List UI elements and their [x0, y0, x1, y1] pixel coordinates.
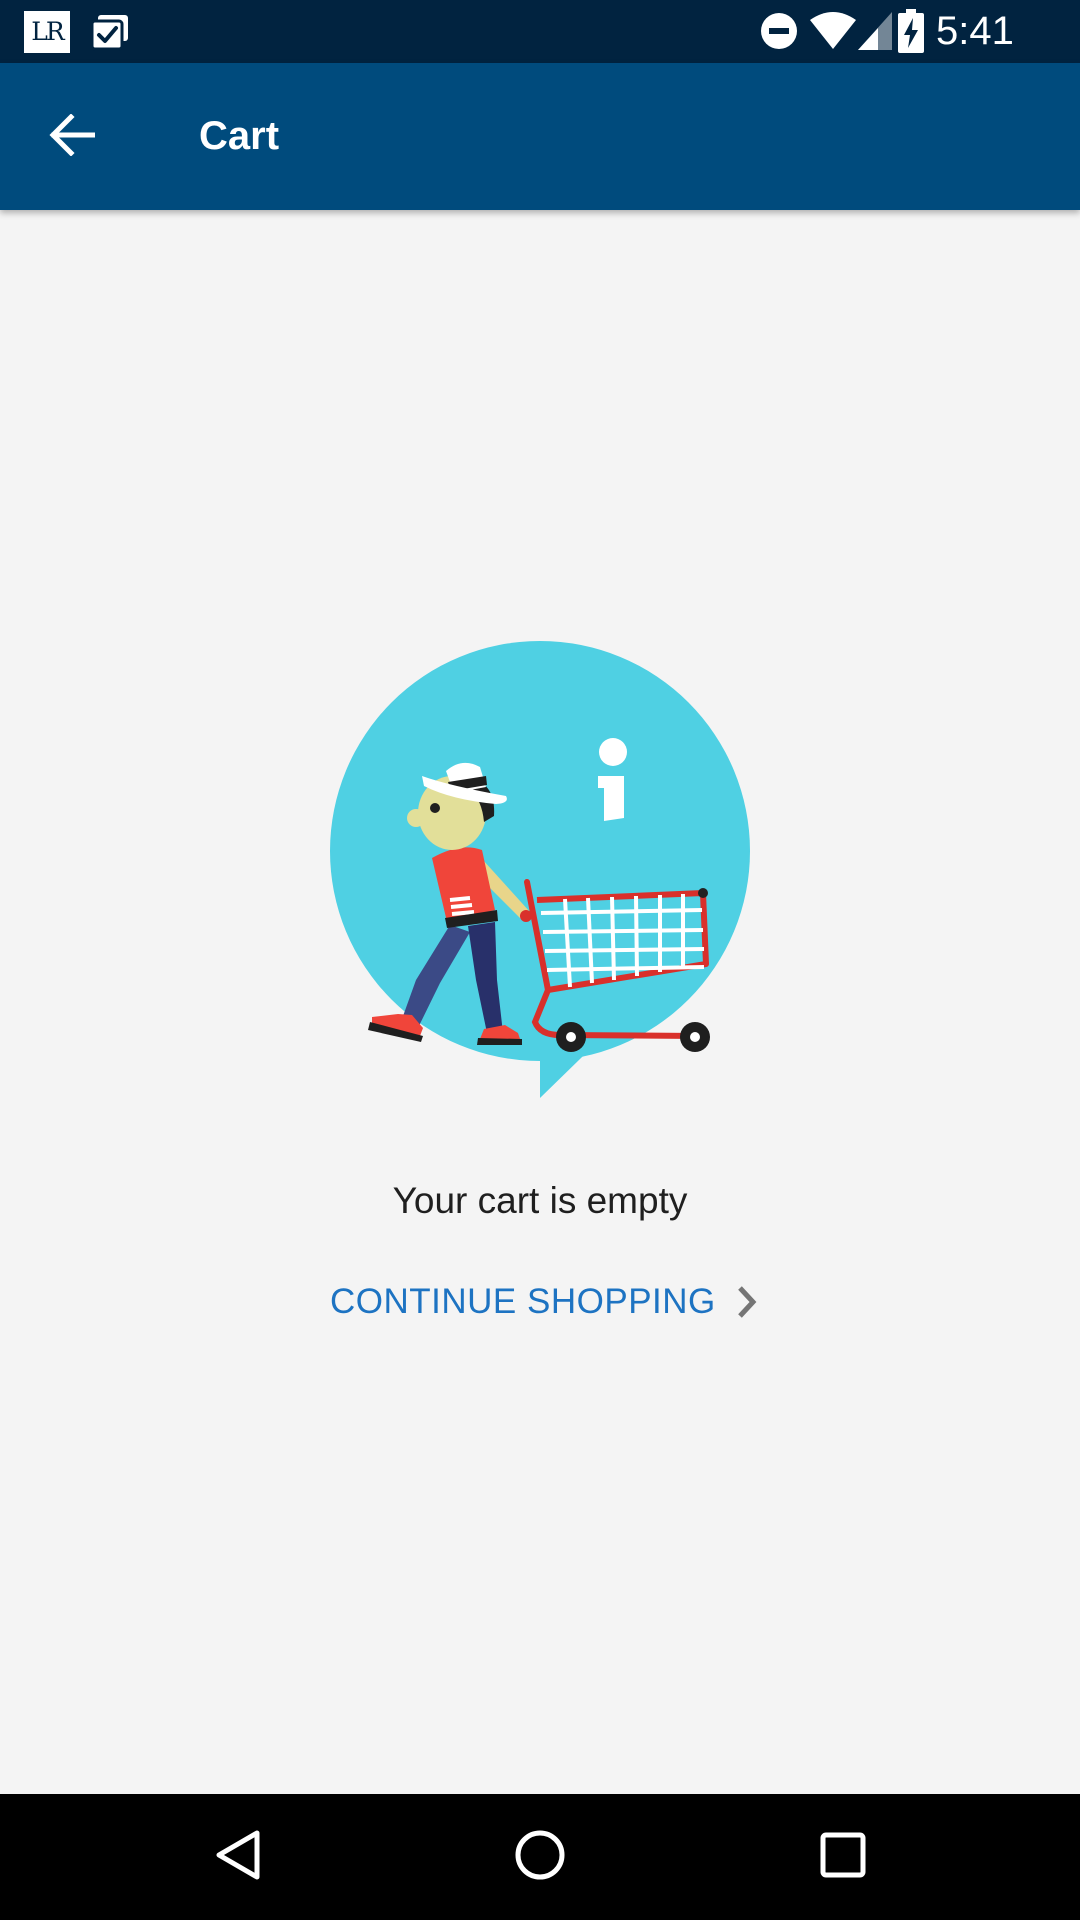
wifi-icon — [810, 12, 856, 55]
nav-recents-button[interactable] — [803, 1817, 883, 1897]
nav-back-button[interactable] — [198, 1817, 278, 1897]
status-clock: 5:41 — [936, 9, 1014, 53]
lr-logo-icon: LR — [24, 11, 70, 53]
speech-bubble-shape — [330, 641, 750, 1061]
empty-cart-view: Your cart is empty CONTINUE SHOPPING — [0, 210, 1080, 1794]
continue-shopping-label: CONTINUE SHOPPING — [330, 1282, 716, 1321]
system-nav-bar — [0, 1794, 1080, 1920]
status-bar-system: 5:41 — [760, 0, 1080, 63]
back-button[interactable] — [30, 95, 114, 179]
battery-charging-icon — [898, 9, 924, 58]
chevron-right-icon — [736, 1285, 758, 1319]
recents-square-icon — [819, 1831, 867, 1884]
nav-home-button[interactable] — [500, 1817, 580, 1897]
app-bar: Cart — [0, 63, 1080, 210]
page-title: Cart — [199, 114, 280, 158]
empty-cart-message: Your cart is empty — [392, 1180, 688, 1221]
cell-signal-icon — [858, 12, 892, 55]
back-triangle-icon — [214, 1829, 262, 1886]
clipboard-check-icon — [90, 13, 130, 56]
continue-shopping-button[interactable]: CONTINUE SHOPPING — [330, 1272, 758, 1332]
home-circle-icon — [514, 1829, 566, 1886]
do-not-disturb-icon — [760, 12, 798, 55]
arrow-back-icon — [49, 112, 96, 161]
status-bar: LR 5:41 — [0, 0, 1080, 63]
